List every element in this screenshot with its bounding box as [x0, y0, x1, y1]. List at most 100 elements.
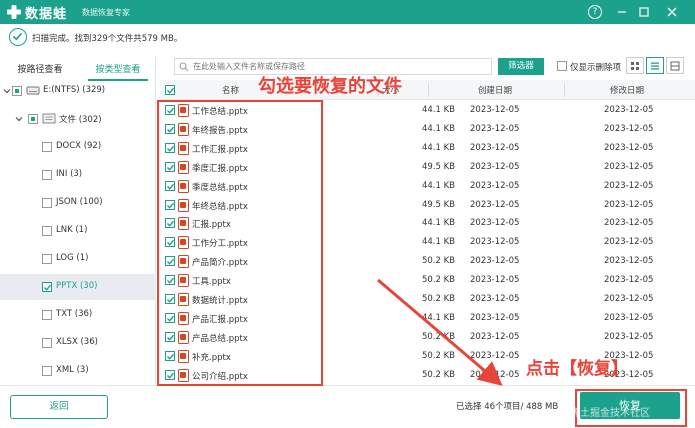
tree-item-label: INI (3)	[56, 169, 83, 179]
tree-item-checkbox[interactable]	[42, 366, 52, 376]
click-recover-annotation: 点击【恢复】	[526, 359, 628, 379]
file-size: 50.2 KB	[421, 256, 455, 267]
tree-item[interactable]: INI (3)	[0, 162, 156, 188]
close-icon	[667, 7, 677, 17]
created-date: 2023-12-05	[470, 161, 520, 172]
tree-item[interactable]: 文件 (302)	[0, 106, 156, 132]
drive-icon	[26, 86, 40, 95]
column-header-name[interactable]: 名称	[222, 84, 239, 96]
created-date: 2023-12-05	[470, 312, 520, 323]
detail-view-button[interactable]	[666, 57, 684, 74]
created-date: 2023-12-05	[470, 369, 520, 380]
modified-date: 2023-12-05	[604, 312, 654, 323]
file-size: 44.1 KB	[421, 218, 455, 229]
tree-item-label: XLSX (36)	[56, 337, 98, 347]
maximize-button[interactable]	[636, 4, 652, 20]
file-size: 44.1 KB	[421, 312, 455, 323]
app-logo-icon	[7, 5, 21, 19]
file-size: 44.1 KB	[421, 180, 455, 191]
tree-item[interactable]: E:(NTFS) (329)	[0, 78, 156, 104]
maximize-icon	[639, 7, 649, 17]
tree-item[interactable]: XML (3)	[0, 358, 156, 384]
tree-item-checkbox[interactable]	[42, 254, 52, 264]
created-date: 2023-12-05	[470, 256, 520, 267]
tree-item[interactable]: TXT (36)	[0, 302, 156, 328]
tree-item-checkbox[interactable]	[42, 142, 52, 152]
modified-date: 2023-12-05	[604, 275, 654, 286]
created-date: 2023-12-05	[470, 123, 520, 134]
tree-item-checkbox[interactable]	[42, 170, 52, 180]
created-date: 2023-12-05	[470, 275, 520, 286]
created-date: 2023-12-05	[470, 350, 520, 361]
tree-item[interactable]: XLSX (36)	[0, 330, 156, 356]
list-view-button[interactable]	[646, 57, 664, 74]
created-date: 2023-12-05	[470, 105, 520, 115]
list-view-icon	[651, 62, 659, 70]
file-size: 50.2 KB	[421, 331, 455, 342]
scan-complete-icon	[9, 28, 27, 46]
tree-item-label: DOCX (92)	[56, 141, 102, 151]
created-date: 2023-12-05	[470, 331, 520, 342]
file-size: 44.1 KB	[421, 237, 455, 248]
table-scrollbar[interactable]	[688, 100, 695, 384]
modified-date: 2023-12-05	[604, 218, 654, 229]
modified-date: 2023-12-05	[604, 123, 654, 134]
created-date: 2023-12-05	[470, 199, 520, 210]
chevron-down-icon[interactable]	[3, 87, 11, 95]
tree-item-checkbox[interactable]	[42, 226, 52, 236]
file-size: 50.2 KB	[421, 350, 455, 361]
file-size: 44.1 KB	[421, 123, 455, 134]
file-size: 44.1 KB	[421, 142, 455, 153]
column-divider	[428, 83, 429, 97]
tree-item-checkbox[interactable]	[28, 114, 38, 124]
column-header-modified[interactable]: 修改日期	[610, 84, 644, 96]
tree-item-checkbox[interactable]	[42, 282, 52, 292]
filter-button[interactable]: 筛选器	[498, 58, 544, 75]
file-size: 49.5 KB	[421, 161, 455, 172]
tree-item[interactable]: LOG (1)	[0, 246, 156, 272]
tree-item-label: LOG (1)	[56, 253, 89, 263]
modified-date: 2023-12-05	[604, 180, 654, 191]
only-deleted-checkbox[interactable]	[557, 61, 567, 71]
created-date: 2023-12-05	[470, 294, 520, 304]
tree-item-label: LNK (1)	[56, 225, 88, 235]
file-selection-highlight	[157, 100, 323, 386]
modified-date: 2023-12-05	[604, 161, 654, 172]
only-deleted-label: 仅显示删除项	[570, 63, 622, 73]
tree-item-checkbox[interactable]	[12, 86, 22, 96]
column-header-created[interactable]: 创建日期	[478, 84, 512, 96]
tree-item-label: PPTX (30)	[56, 281, 98, 291]
file-table-header: 名称 大小 创建日期 修改日期	[160, 80, 695, 100]
created-date: 2023-12-05	[470, 237, 520, 248]
chevron-down-icon[interactable]	[15, 115, 23, 123]
watermark: @稀土掘金技术社区	[560, 408, 650, 419]
tree-item-checkbox[interactable]	[42, 198, 52, 208]
tree-item[interactable]: PPTX (30)	[0, 274, 156, 300]
tree-item-checkbox[interactable]	[42, 338, 52, 348]
help-button[interactable]: ?	[588, 5, 602, 19]
select-all-checkbox[interactable]	[165, 85, 175, 95]
folder-icon	[42, 113, 56, 124]
modified-date: 2023-12-05	[604, 105, 654, 115]
modified-date: 2023-12-05	[604, 237, 654, 248]
search-icon	[179, 62, 189, 72]
tree-item-label: JSON (100)	[56, 197, 103, 207]
tree-item[interactable]: DOCX (92)	[0, 134, 156, 160]
tree-item[interactable]: JSON (100)	[0, 190, 156, 216]
select-files-annotation: 勾选要恢复的文件	[258, 76, 402, 97]
tree-item-label: TXT (36)	[56, 309, 93, 319]
grid-view-button[interactable]	[626, 57, 644, 74]
file-size: 49.5 KB	[421, 199, 455, 210]
modified-date: 2023-12-05	[604, 331, 654, 342]
tree-item-checkbox[interactable]	[42, 310, 52, 320]
file-size: 50.2 KB	[421, 369, 455, 380]
tree-item[interactable]: LNK (1)	[0, 218, 156, 244]
created-date: 2023-12-05	[470, 218, 520, 229]
tree-item-label: XML (3)	[56, 365, 89, 375]
close-button[interactable]	[664, 4, 680, 20]
minimize-button[interactable]	[614, 4, 630, 20]
scan-status-text: 扫描完成。找到329个文件共579 MB。	[32, 34, 183, 44]
back-button[interactable]: 返回	[10, 395, 108, 419]
tree-item-label: 文件 (302)	[59, 115, 102, 125]
only-deleted-toggle[interactable]: 仅显示删除项	[557, 60, 621, 73]
